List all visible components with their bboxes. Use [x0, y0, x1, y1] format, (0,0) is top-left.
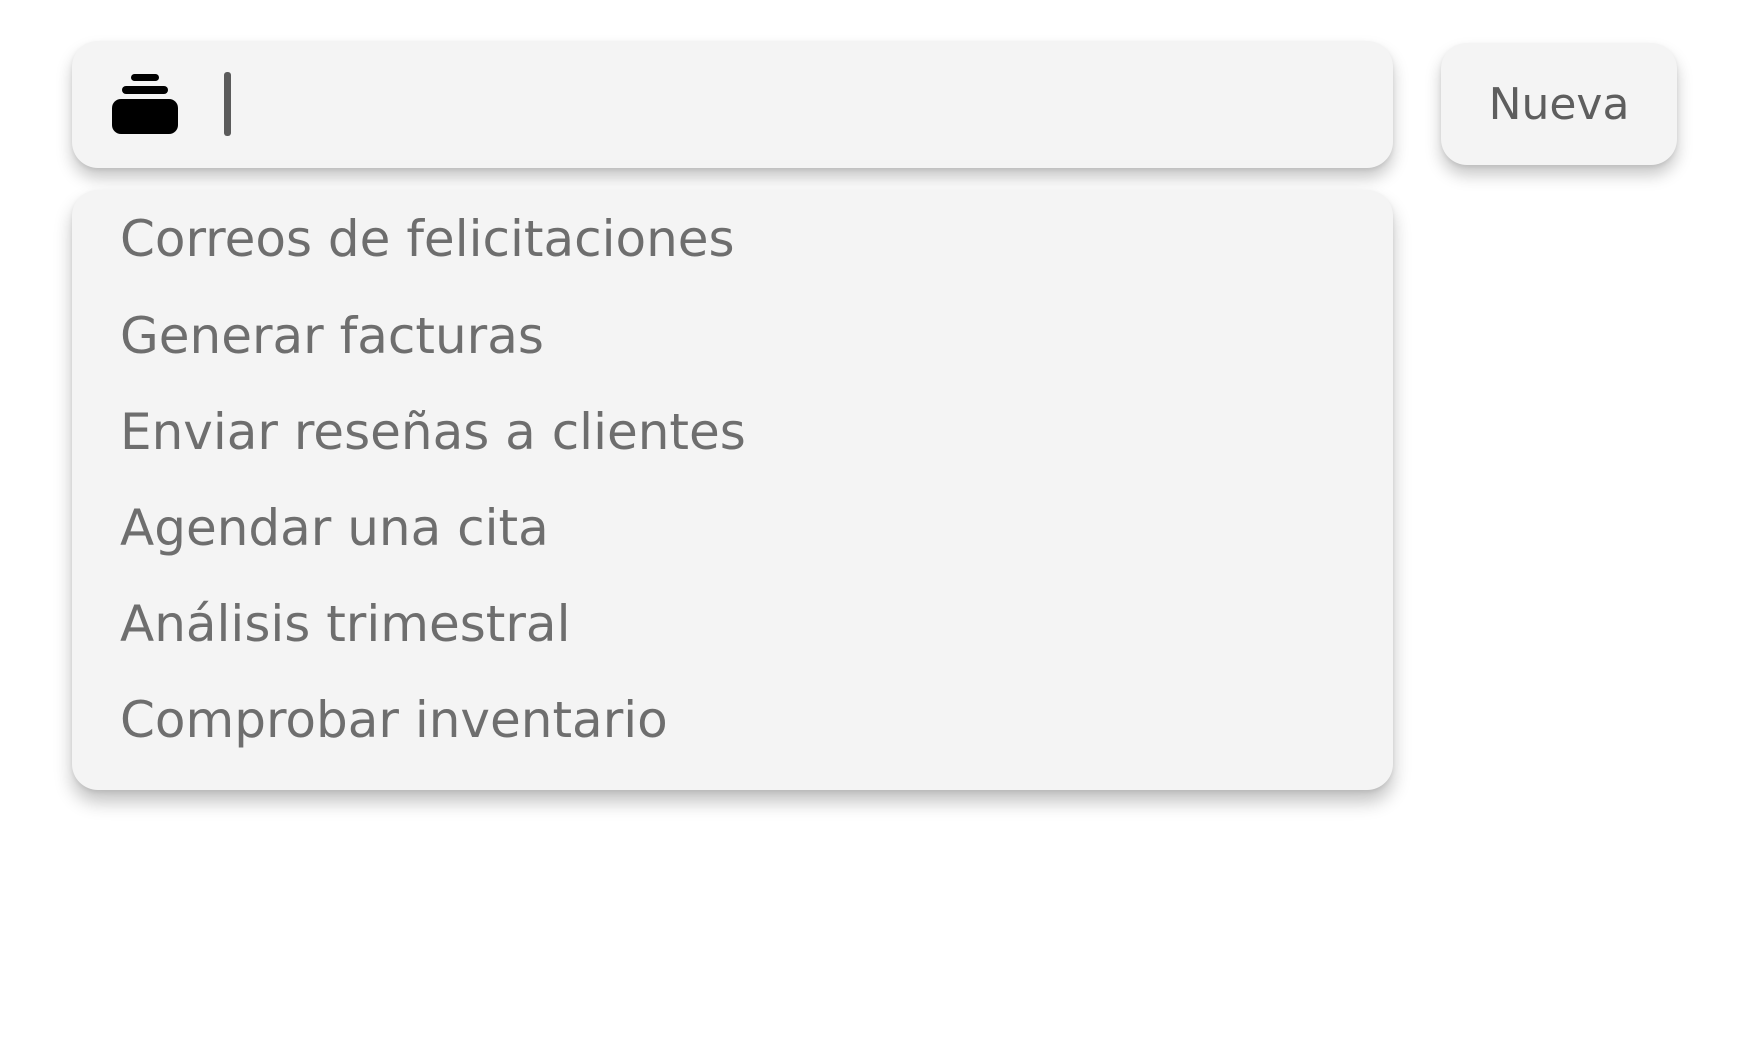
dropdown-item-correos-felicitaciones[interactable]: Correos de felicitaciones [120, 194, 735, 284]
app-root: Nueva Correos de felicitaciones Generar … [0, 0, 1744, 1048]
dropdown-item-analisis-trimestral[interactable]: Análisis trimestral [120, 579, 570, 669]
text-caret [224, 72, 231, 136]
dropdown-item-generar-facturas[interactable]: Generar facturas [120, 291, 544, 381]
search-input[interactable] [222, 71, 1352, 139]
dropdown-item-enviar-resenas[interactable]: Enviar reseñas a clientes [120, 387, 746, 477]
dropdown-item-comprobar-inventario[interactable]: Comprobar inventario [120, 675, 668, 765]
search-bar[interactable] [72, 41, 1393, 168]
dropdown-item-agendar-cita[interactable]: Agendar una cita [120, 483, 549, 573]
stack-icon [112, 74, 178, 134]
suggestions-dropdown: Correos de felicitaciones Generar factur… [72, 190, 1393, 790]
new-button[interactable]: Nueva [1441, 43, 1677, 165]
